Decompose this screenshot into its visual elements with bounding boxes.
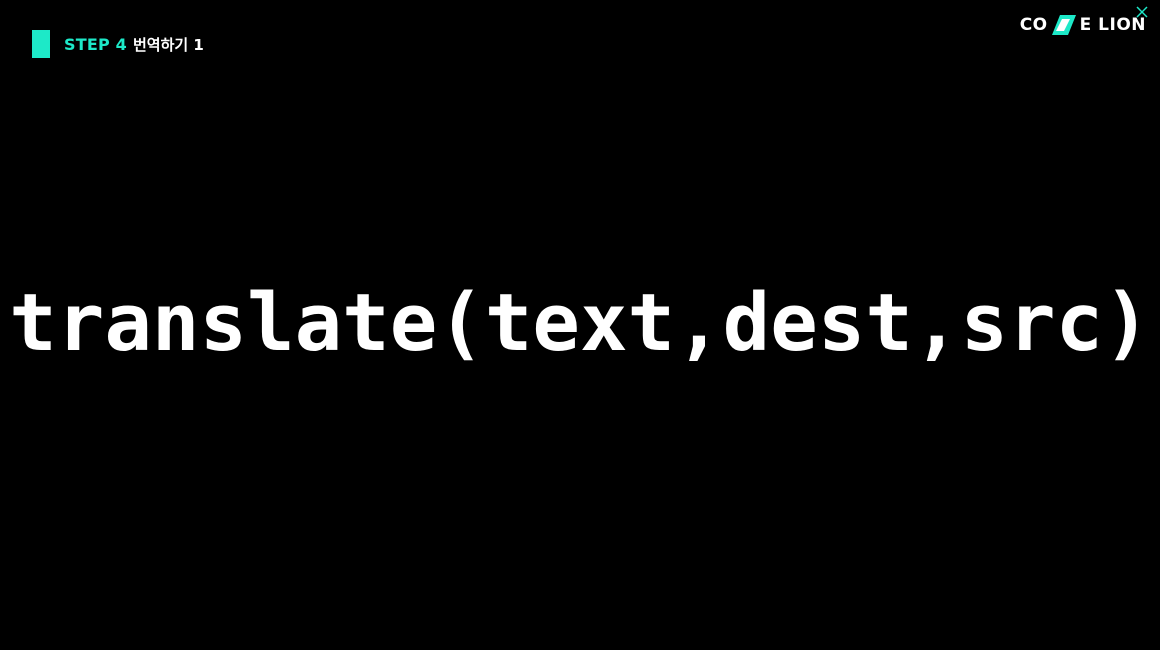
logo-text-left: CO <box>1019 15 1048 35</box>
slide: STEP 4 번역하기 1 CO E LION translate(text,d… <box>0 0 1160 650</box>
code-lion-logo: CO E LION <box>1019 6 1148 40</box>
function-signature: translate(text,dest,src) <box>9 277 1151 369</box>
step-header: STEP 4 번역하기 1 <box>32 30 204 58</box>
logo-text-right: E LION <box>1079 15 1146 35</box>
step-title: 번역하기 1 <box>133 35 204 54</box>
code-lion-slash-icon <box>1051 15 1076 35</box>
accent-bar <box>32 30 50 58</box>
close-x-icon <box>1136 6 1148 18</box>
step-label: STEP 4 <box>64 34 127 54</box>
